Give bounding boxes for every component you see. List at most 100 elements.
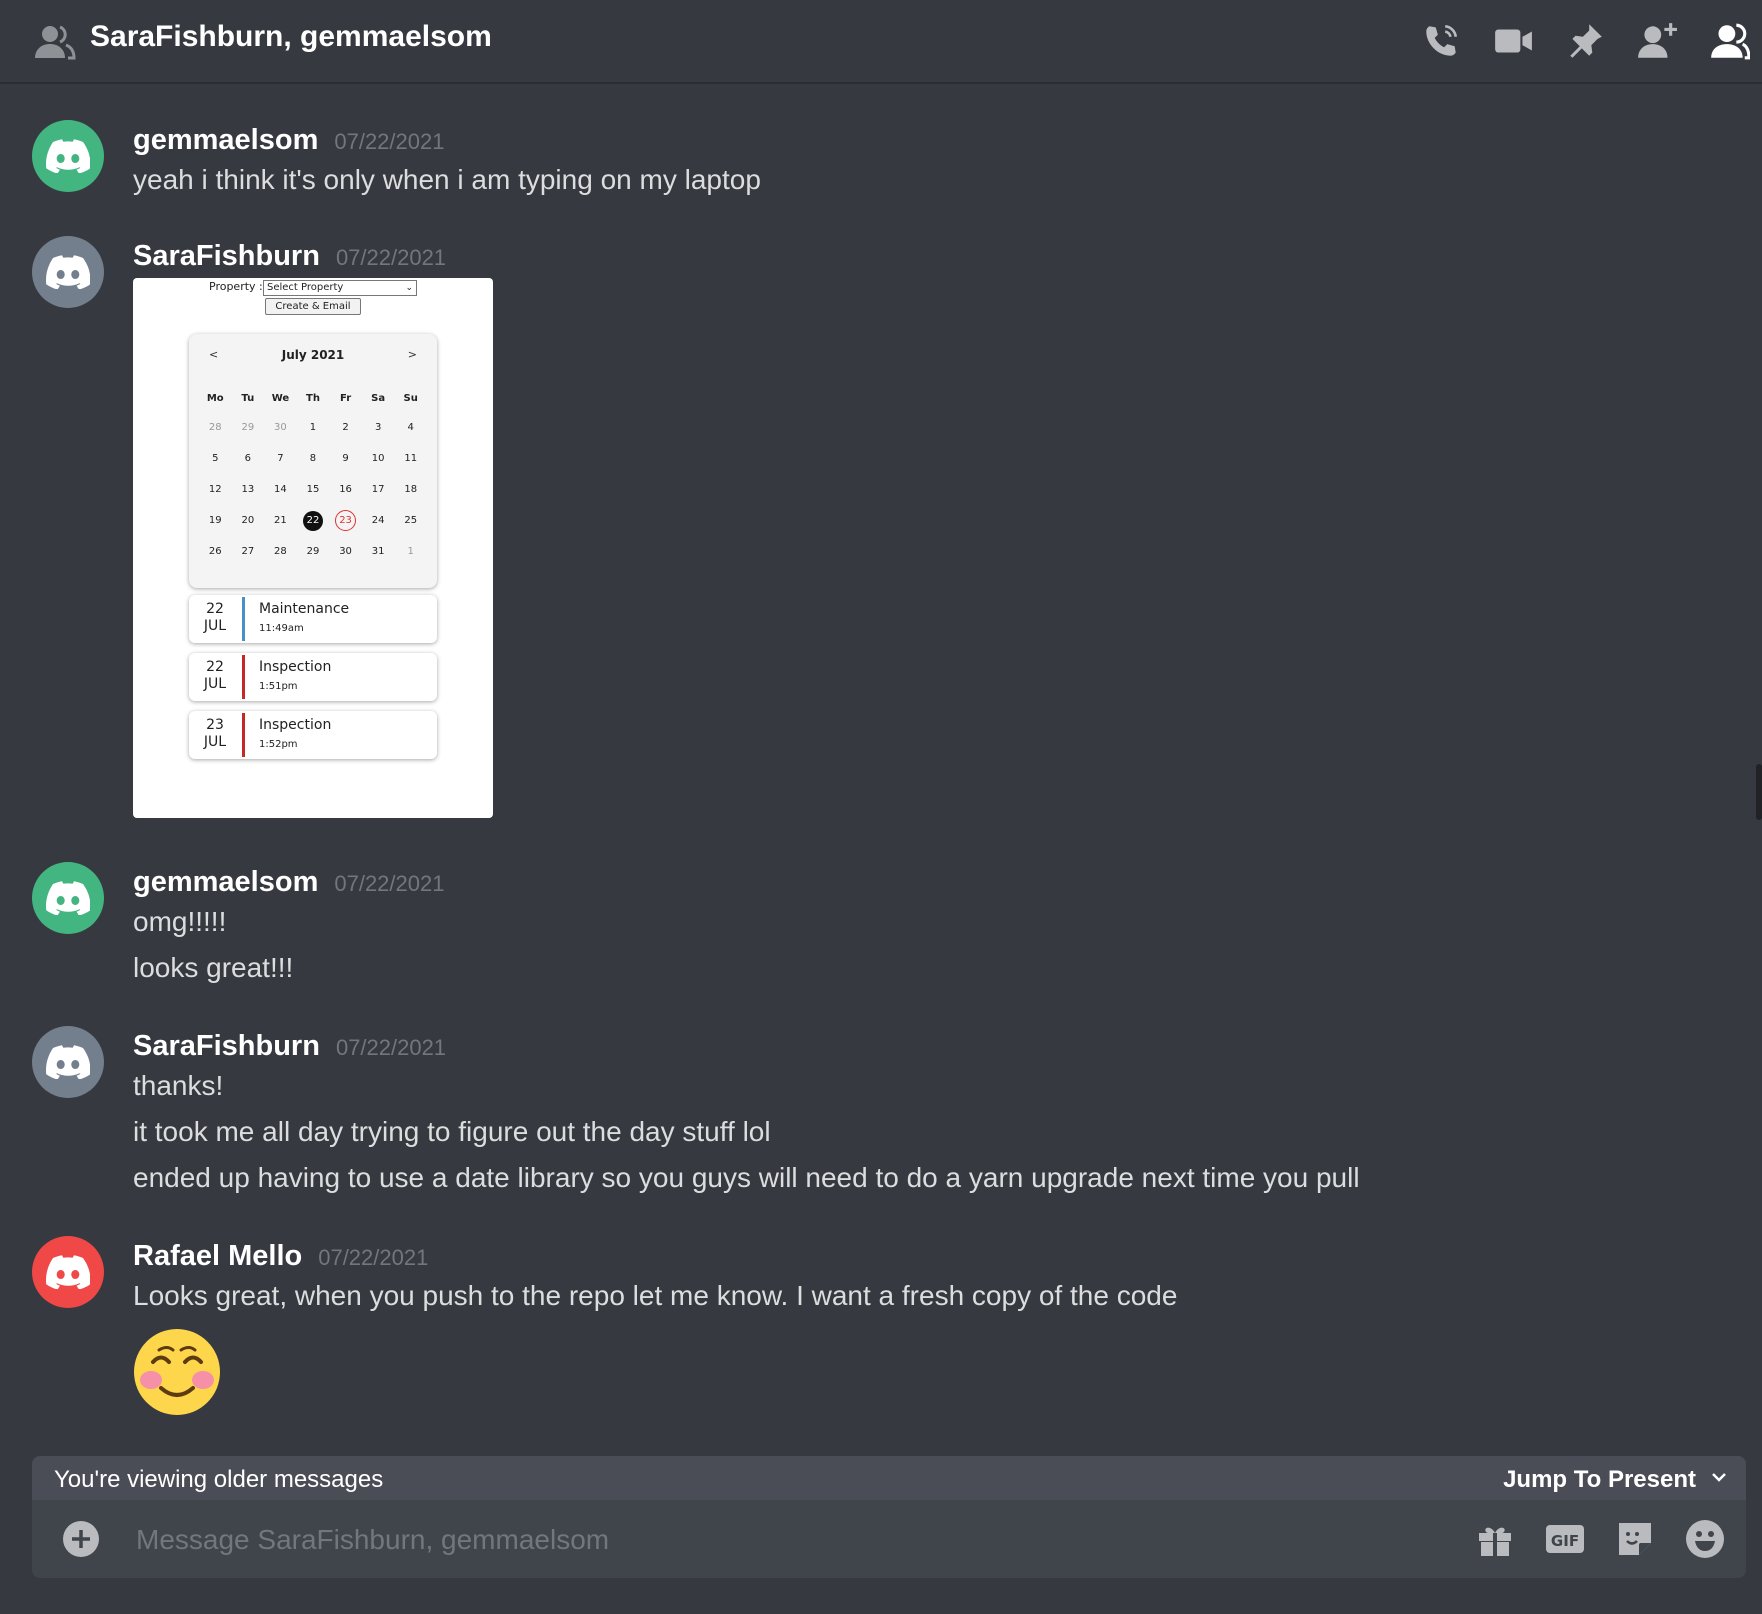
gif-button[interactable]: GIF xyxy=(1544,1518,1586,1560)
event-time: 1:51pm xyxy=(259,681,298,692)
calendar-day: 16 xyxy=(339,484,352,495)
upload-plus-icon[interactable] xyxy=(62,1520,100,1558)
message-header: SaraFishburn 07/22/2021 xyxy=(133,1030,446,1063)
event-card: 22 JUL Inspection 1:51pm xyxy=(189,653,437,701)
message-text: it took me all day trying to figure out … xyxy=(133,1116,771,1147)
event-color-bar xyxy=(242,655,245,699)
username[interactable]: gemmaelsom xyxy=(133,866,318,899)
start-video-call-button[interactable] xyxy=(1490,18,1536,64)
calendar-day: 8 xyxy=(309,453,317,464)
calendar-day: 2 xyxy=(342,422,349,433)
weekday-label: Fr xyxy=(340,392,352,404)
smiling-face-with-blush-emoji-icon xyxy=(134,1329,220,1415)
start-voice-call-button[interactable] xyxy=(1418,18,1464,64)
weekday-label: Sa xyxy=(371,392,386,404)
calendar-day: 7 xyxy=(277,453,284,464)
avatar[interactable] xyxy=(32,1026,104,1098)
message-header: Rafael Mello 07/22/2021 xyxy=(133,1240,428,1273)
gift-icon xyxy=(1479,1527,1511,1556)
calendar-day: 24 xyxy=(371,515,385,526)
username[interactable]: Rafael Mello xyxy=(133,1240,302,1273)
calendar-day: 29 xyxy=(241,422,255,433)
weekday-label: We xyxy=(271,392,290,404)
discord-logo-icon xyxy=(46,881,90,915)
calendar-day: 3 xyxy=(374,422,382,433)
avatar[interactable] xyxy=(32,1236,104,1308)
gift-button[interactable] xyxy=(1474,1518,1516,1560)
calendar-grid: Mo Tu We Th Fr Sa Su 28 29 30 1 2 3 4 5 6 7 8 9 10 11 12 13 14 1… xyxy=(199,384,427,567)
message-text: omg!!!!! xyxy=(133,906,227,937)
members-icon xyxy=(1711,23,1750,60)
group-dm-icon xyxy=(35,25,76,60)
message-text: Looks great, when you push to the repo l… xyxy=(133,1280,1178,1311)
video-icon xyxy=(1495,29,1532,53)
discord-logo-icon xyxy=(46,1045,90,1079)
message-text: thanks! xyxy=(133,1070,224,1101)
message-header: gemmaelsom 07/22/2021 xyxy=(133,124,444,157)
avatar[interactable] xyxy=(32,120,104,192)
discord-logo-icon xyxy=(46,1255,90,1289)
calendar-day: 15 xyxy=(306,484,320,495)
calendar-day: 26 xyxy=(208,546,222,557)
message-composer: GIF xyxy=(32,1500,1746,1578)
timestamp: 07/22/2021 xyxy=(335,245,447,270)
timestamp: 07/22/2021 xyxy=(318,1245,429,1270)
message-input[interactable] xyxy=(134,1514,1468,1566)
older-messages-bar: You're viewing older messages Jump To Pr… xyxy=(32,1456,1746,1502)
sticker-icon xyxy=(1619,1523,1651,1555)
username[interactable]: SaraFishburn xyxy=(133,240,320,273)
calendar-day: 5 xyxy=(212,453,219,464)
username[interactable]: SaraFishburn xyxy=(133,1030,320,1063)
event-title: Inspection xyxy=(259,717,332,733)
calendar-day: 1 xyxy=(309,422,317,433)
calendar-day: 28 xyxy=(208,422,222,433)
event-color-bar xyxy=(242,597,245,641)
avatar[interactable] xyxy=(32,862,104,934)
calendar-day: 14 xyxy=(274,484,287,495)
event-time: 1:52pm xyxy=(259,739,298,750)
channel-title: SaraFishburn, gemmaelsom xyxy=(90,20,492,53)
scrollbar-thumb[interactable] xyxy=(1756,764,1762,820)
event-card: 22 JUL Maintenance 11:49am xyxy=(189,595,437,643)
message-list[interactable]: gemmaelsom 07/22/2021 yeah i think it's … xyxy=(0,84,1762,1454)
calendar-day: 20 xyxy=(241,515,255,526)
call-icon xyxy=(1426,24,1458,56)
avatar[interactable] xyxy=(32,236,104,308)
calendar-day: 10 xyxy=(371,453,385,464)
message-text: yeah i think it's only when i am typing … xyxy=(133,164,761,195)
discord-logo-icon xyxy=(46,255,90,289)
add-friends-to-dm-button[interactable] xyxy=(1634,18,1680,64)
jump-to-present-button[interactable]: Jump To Present xyxy=(1503,1466,1696,1494)
member-list-button[interactable] xyxy=(1706,18,1752,64)
calendar-day: 6 xyxy=(244,453,252,464)
calendar-day: 12 xyxy=(208,484,222,495)
timestamp: 07/22/2021 xyxy=(335,1035,447,1060)
message-text: ended up having to use a date library so… xyxy=(133,1162,1360,1193)
emoji-icon xyxy=(1686,1520,1724,1558)
header-toolbar xyxy=(1418,18,1752,64)
emoji-picker-button[interactable] xyxy=(1684,1518,1726,1560)
calendar-day: 28 xyxy=(274,546,287,557)
chevron-down-icon[interactable] xyxy=(1708,1466,1730,1488)
calendar-day: 1 xyxy=(407,546,414,557)
calendar-day: 30 xyxy=(339,546,352,557)
calendar-day: 25 xyxy=(404,515,418,526)
pin-icon xyxy=(1570,24,1602,58)
pinned-messages-button[interactable] xyxy=(1562,18,1608,64)
event-card: 23 JUL Inspection 1:52pm xyxy=(189,711,437,759)
svg-text:GIF: GIF xyxy=(1551,1532,1579,1550)
sticker-button[interactable] xyxy=(1614,1518,1656,1560)
event-time: 11:49am xyxy=(259,623,304,634)
calendar-day: 17 xyxy=(371,484,385,495)
event-title: Inspection xyxy=(259,659,332,675)
channel-header: SaraFishburn, gemmaelsom xyxy=(0,0,1762,84)
discord-logo-icon xyxy=(46,139,90,173)
weekday-label: Tu xyxy=(241,392,255,404)
image-attachment[interactable]: Property : Select Property ⌄ Create & Em… xyxy=(133,278,493,818)
timestamp: 07/22/2021 xyxy=(334,871,445,896)
calendar: < July 2021 > Mo Tu We Th Fr Sa Su 28 29 30 1 2 3 4 5 6… xyxy=(189,334,437,588)
older-messages-text: You're viewing older messages xyxy=(54,1466,384,1493)
next-month: > xyxy=(407,348,417,361)
username[interactable]: gemmaelsom xyxy=(133,124,318,157)
calendar-day: 23 xyxy=(329,505,362,536)
